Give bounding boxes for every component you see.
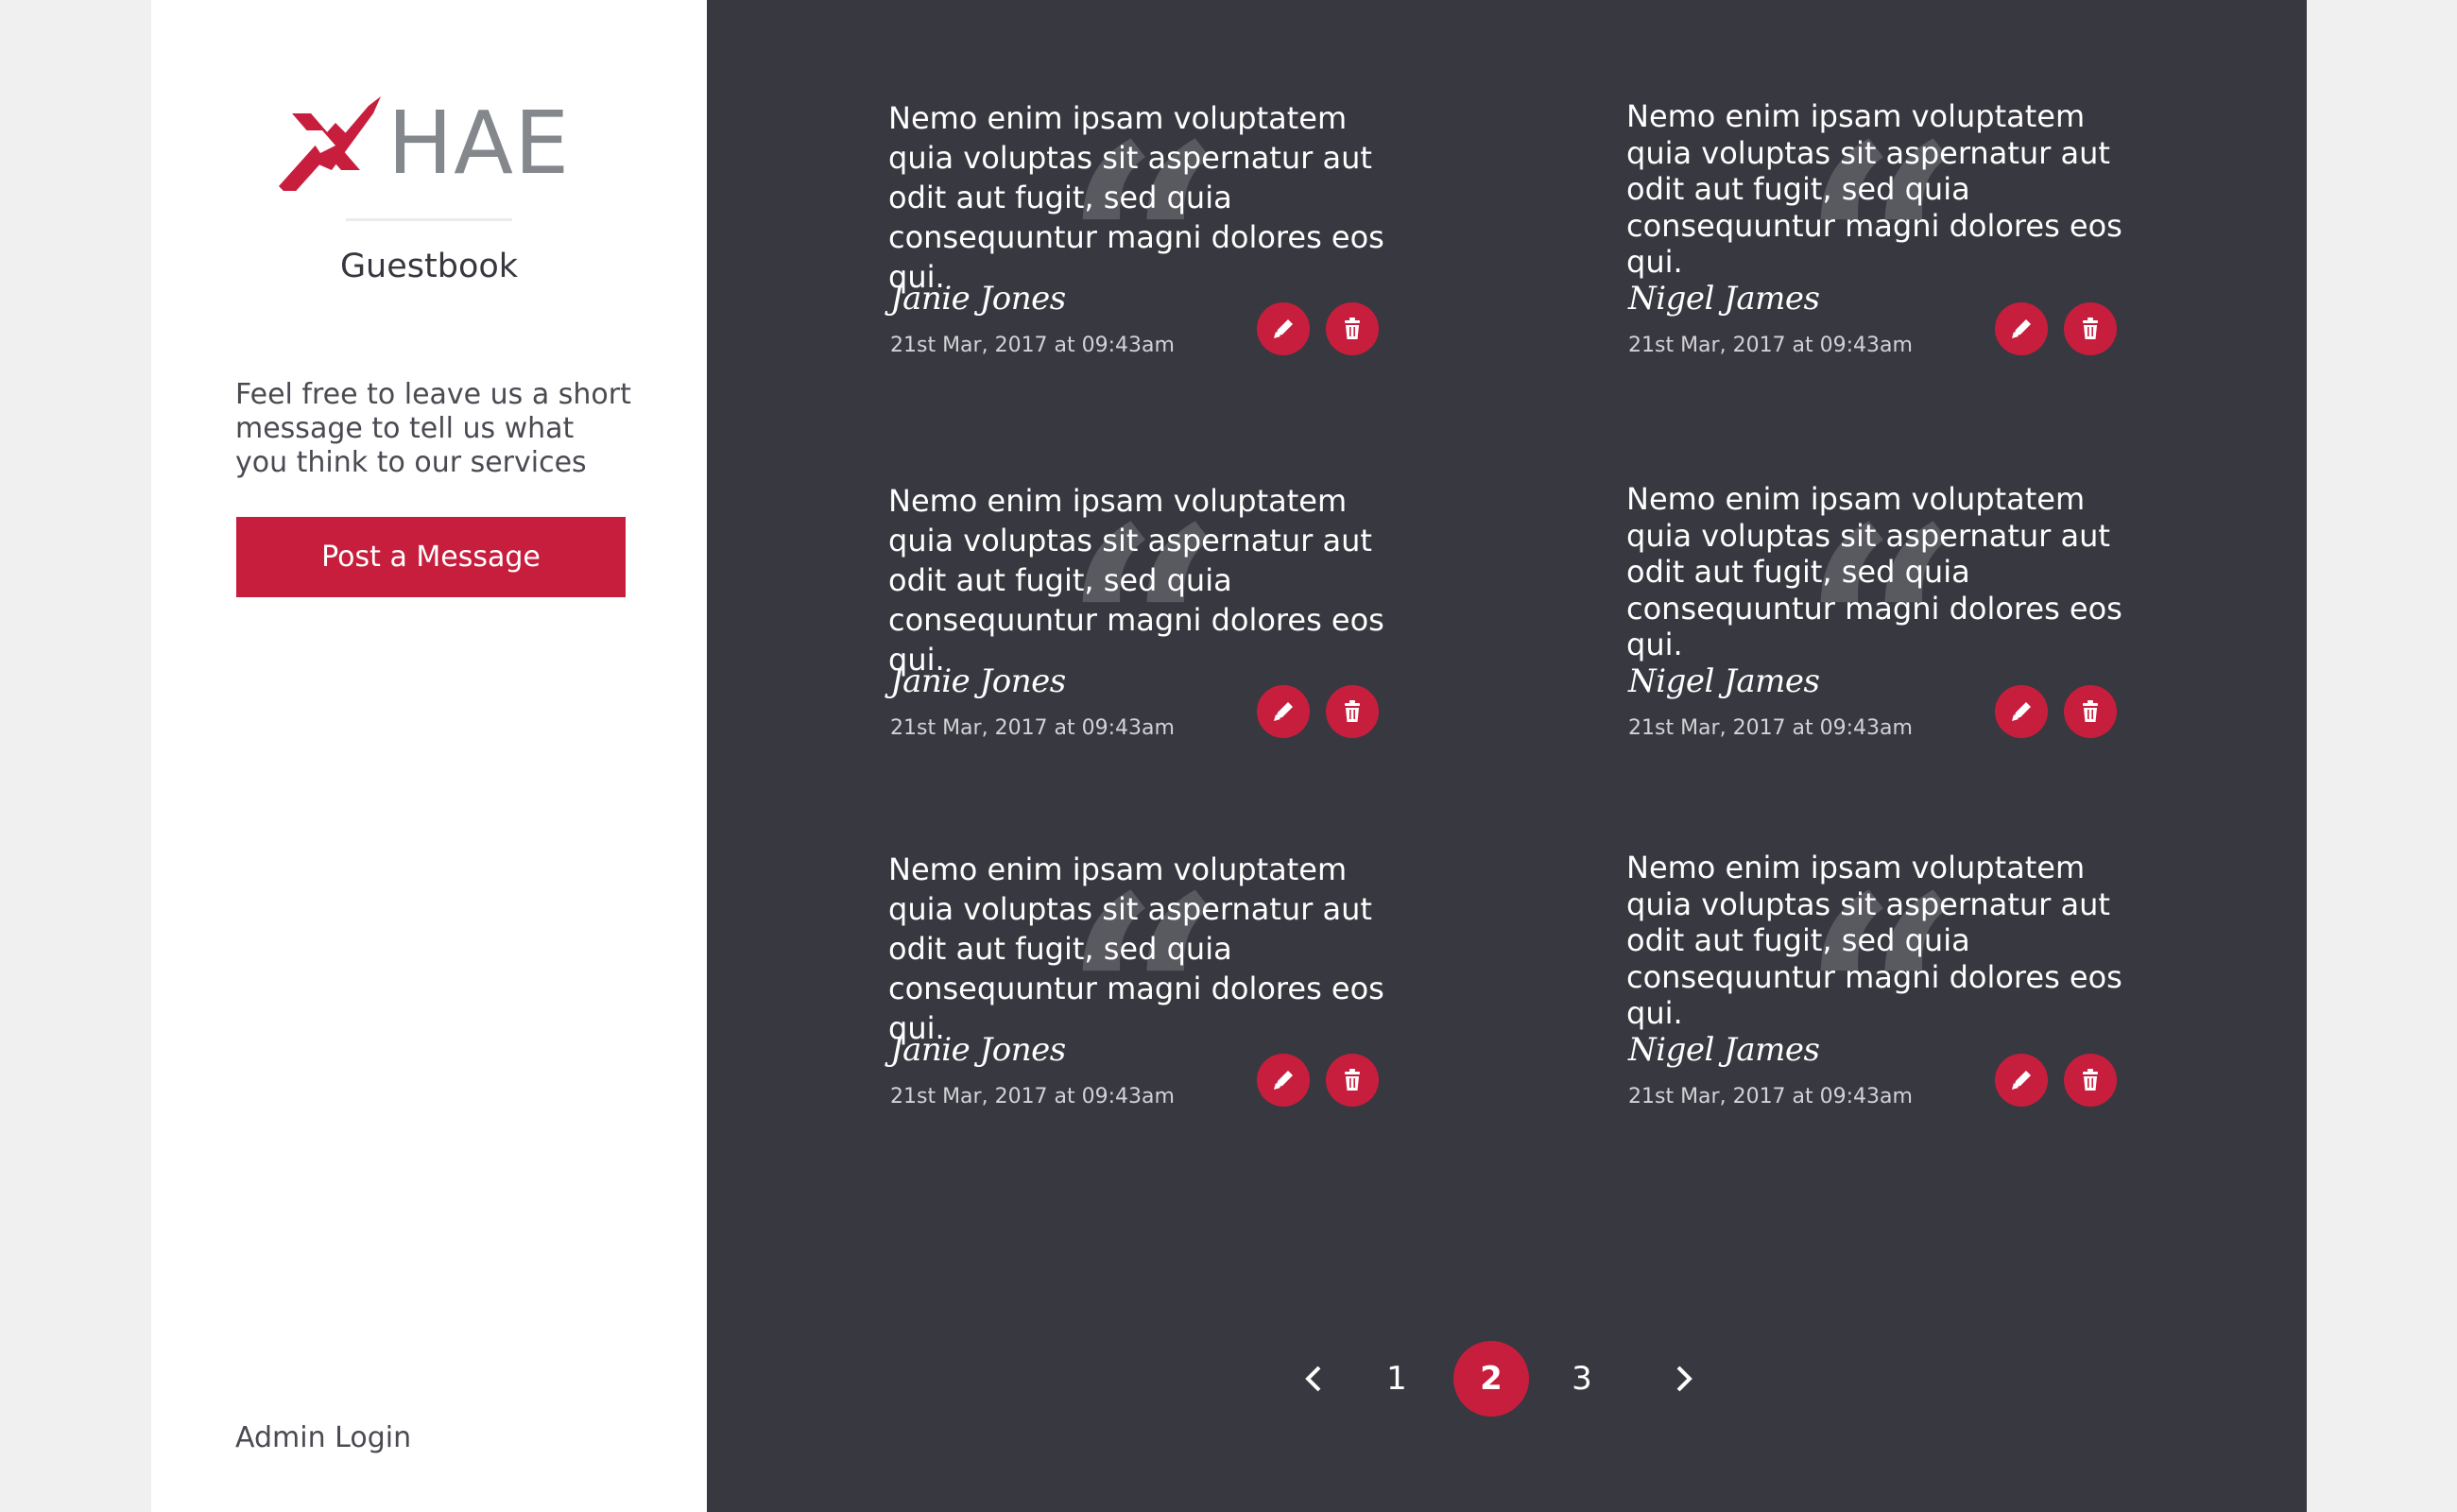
edit-entry-button[interactable] <box>1995 302 2048 355</box>
delete-entry-button[interactable] <box>1326 302 1379 355</box>
next-page-button[interactable] <box>1665 1341 1703 1417</box>
guestbook-entry: “Nemo enim ipsam voluptatem quia volupta… <box>888 481 1389 774</box>
logo-divider <box>346 218 512 221</box>
entry-message: Nemo enim ipsam voluptatem quia voluptas… <box>1626 98 2122 280</box>
entry-date: 21st Mar, 2017 at 09:43am <box>1628 334 1913 357</box>
trash-icon <box>2083 1069 2098 1091</box>
guestbook-entry: “Nemo enim ipsam voluptatem quia volupta… <box>1626 98 2127 391</box>
chevron-right-icon <box>1676 1366 1692 1392</box>
edit-entry-button[interactable] <box>1257 1054 1310 1107</box>
edit-entry-button[interactable] <box>1257 685 1310 738</box>
delete-entry-button[interactable] <box>2064 1054 2117 1107</box>
chevron-left-icon <box>1305 1366 1321 1392</box>
entry-author: Nigel James <box>1628 662 1820 700</box>
edit-entry-button[interactable] <box>1995 1054 2048 1107</box>
logo[interactable]: HAE <box>279 94 569 198</box>
logo-text: HAE <box>387 93 571 194</box>
entry-date: 21st Mar, 2017 at 09:43am <box>1628 1085 1913 1108</box>
pencil-icon <box>1274 702 1293 721</box>
entry-message: Nemo enim ipsam voluptatem quia voluptas… <box>888 851 1384 1046</box>
guestbook-entry: “Nemo enim ipsam voluptatem quia volupta… <box>1626 481 2127 774</box>
trash-icon <box>1345 318 1360 339</box>
entry-date: 21st Mar, 2017 at 09:43am <box>890 1085 1175 1108</box>
entry-date: 21st Mar, 2017 at 09:43am <box>890 716 1175 740</box>
post-message-button[interactable]: Post a Message <box>236 517 626 597</box>
pencil-icon <box>2012 1071 2031 1090</box>
entry-author: Janie Jones <box>890 662 1066 700</box>
pencil-icon <box>1274 1071 1293 1090</box>
delete-entry-button[interactable] <box>1326 1054 1379 1107</box>
pencil-icon <box>2012 319 2031 338</box>
entry-author: Janie Jones <box>890 1031 1066 1069</box>
edit-entry-button[interactable] <box>1257 302 1310 355</box>
entry-author: Janie Jones <box>890 280 1066 318</box>
prev-page-button[interactable] <box>1295 1341 1332 1417</box>
intro-text: Feel free to leave us a short message to… <box>235 378 631 479</box>
pencil-icon <box>2012 702 2031 721</box>
trash-icon <box>1345 700 1360 722</box>
page: HAE Guestbook Feel free to leave us a sh… <box>0 0 2457 1512</box>
guestbook-entry: “Nemo enim ipsam voluptatem quia volupta… <box>888 98 1389 391</box>
admin-login-link[interactable]: Admin Login <box>235 1419 411 1457</box>
page-3-button[interactable]: 3 <box>1544 1341 1620 1417</box>
trash-icon <box>1345 1069 1360 1091</box>
guestbook-entry: “Nemo enim ipsam voluptatem quia volupta… <box>1626 850 2127 1143</box>
edit-entry-button[interactable] <box>1995 685 2048 738</box>
page-2-button[interactable]: 2 <box>1453 1341 1529 1417</box>
pagination: 1 2 3 <box>1295 1341 1710 1417</box>
trash-icon <box>2083 318 2098 339</box>
entry-date: 21st Mar, 2017 at 09:43am <box>890 334 1175 357</box>
delete-entry-button[interactable] <box>2064 685 2117 738</box>
entry-author: Nigel James <box>1628 280 1820 318</box>
pencil-icon <box>1274 319 1293 338</box>
logo-mark-icon <box>279 96 381 191</box>
entry-message: Nemo enim ipsam voluptatem quia voluptas… <box>888 100 1384 295</box>
guestbook-entry: “Nemo enim ipsam voluptatem quia volupta… <box>888 850 1389 1143</box>
entry-date: 21st Mar, 2017 at 09:43am <box>1628 716 1913 740</box>
entry-message: Nemo enim ipsam voluptatem quia voluptas… <box>1626 850 2122 1031</box>
delete-entry-button[interactable] <box>2064 302 2117 355</box>
page-1-button[interactable]: 1 <box>1359 1341 1435 1417</box>
trash-icon <box>2083 700 2098 722</box>
entry-message: Nemo enim ipsam voluptatem quia voluptas… <box>1626 481 2122 662</box>
page-title: Guestbook <box>339 248 519 285</box>
entry-message: Nemo enim ipsam voluptatem quia voluptas… <box>888 483 1384 678</box>
sidebar <box>151 0 707 1512</box>
delete-entry-button[interactable] <box>1326 685 1379 738</box>
entry-author: Nigel James <box>1628 1031 1820 1069</box>
